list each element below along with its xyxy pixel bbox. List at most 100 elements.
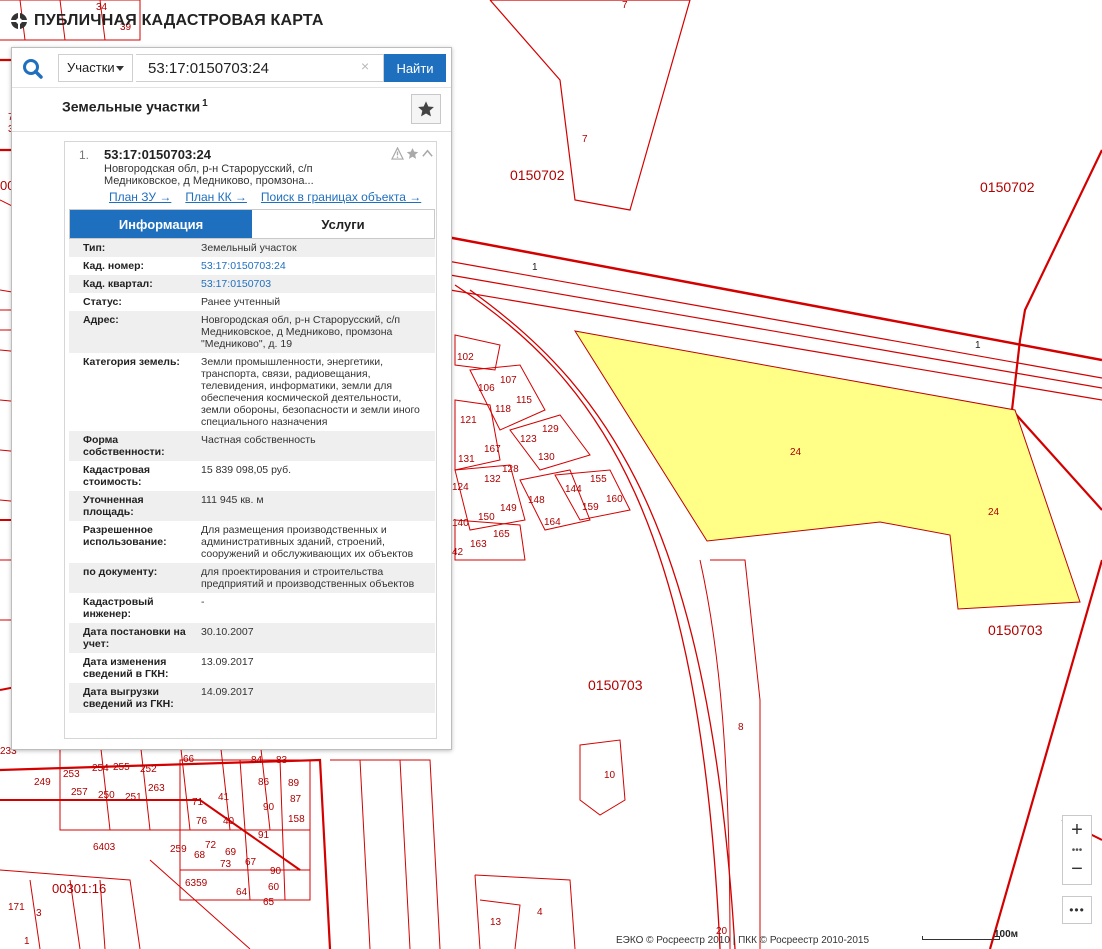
favorites-button[interactable] <box>411 94 441 124</box>
result-cad-number[interactable]: 53:17:0150703:24 <box>104 147 211 162</box>
parcel-number-label: 158 <box>288 814 305 825</box>
info-label: Дата выгрузки сведений из ГКН: <box>83 686 174 710</box>
parcel-number-label: 252 <box>140 764 157 775</box>
info-label: Кад. номер: <box>83 260 145 272</box>
link-search-in-bounds[interactable]: Поиск в границах объекта → <box>261 190 421 204</box>
parcel-number-label: 69 <box>225 847 237 858</box>
tab-info[interactable]: Информация <box>70 210 252 238</box>
search-type-select[interactable]: Участки <box>58 54 133 82</box>
parcel-number-label: 84 <box>251 755 263 766</box>
parcel-number-label: 83 <box>276 755 288 766</box>
warning-icon[interactable] <box>391 147 404 160</box>
info-value[interactable]: 53:17:0150703:24 <box>189 257 435 275</box>
info-label: Тип: <box>83 242 106 254</box>
parcel-number-label: 76 <box>196 816 208 827</box>
parcel-number-label: 115 <box>516 395 532 406</box>
scale-bar-line <box>922 936 1000 940</box>
info-table: Тип: Земельный участок Кад. номер: 53:17:01… <box>69 239 435 713</box>
info-label: Адрес: <box>83 314 119 326</box>
parcel-label: 24 <box>790 447 802 458</box>
info-row: по документу: для проектирования и строит… <box>69 563 435 593</box>
info-row: Кадастровый инженер: - <box>69 593 435 623</box>
parcel-number-label: 89 <box>288 778 300 789</box>
quarter-label: 0150702 <box>980 179 1035 195</box>
divider <box>12 131 451 132</box>
chevron-up-icon[interactable] <box>421 147 434 160</box>
search-input[interactable] <box>136 54 384 82</box>
parcel-number-label: 90 <box>270 866 282 877</box>
result-index: 1. <box>79 148 90 162</box>
info-value: 15 839 098,05 руб. <box>201 464 292 476</box>
info-label: Статус: <box>83 296 122 308</box>
info-value: 13.09.2017 <box>201 656 254 668</box>
parcel-number-label: 40 <box>223 816 235 827</box>
quarter-label: 0150703 <box>588 677 643 693</box>
result-card[interactable]: 1. 53:17:0150703:24 Новгородская обл, р-… <box>64 141 437 739</box>
link-plan-kk[interactable]: План КК → <box>185 190 247 204</box>
parcel-number-label: 144 <box>565 484 582 495</box>
parcel-number-label: 87 <box>290 794 302 805</box>
parcel-number-label: 66 <box>183 754 195 765</box>
info-row: Кадастровая стоимость: 15 839 098,05 руб. <box>69 461 435 491</box>
result-count: 1 <box>202 98 208 109</box>
parcel-number-label: 251 <box>125 792 142 803</box>
clear-icon[interactable]: × <box>361 58 369 74</box>
parcel-number-label: 41 <box>218 792 230 803</box>
search-panel: Участки × Найти Земельные участки1 1. 53… <box>11 47 452 750</box>
parcel-number-label: 129 <box>542 424 559 435</box>
parcel-number-label: 254 <box>92 763 109 774</box>
parcel-number-label: 102 <box>457 352 474 363</box>
info-row: Уточненная площадь: 111 945 кв. м <box>69 491 435 521</box>
parcel-number-label: 106 <box>478 383 495 394</box>
parcel-number-label: 259 <box>170 844 187 855</box>
app-header: ПУБЛИЧНАЯ КАДАСТРОВАЯ КАРТА <box>10 12 324 30</box>
link-plan-zu[interactable]: План ЗУ → <box>109 190 171 204</box>
parcel-number-label: 64 <box>236 887 248 898</box>
info-row: Дата изменения сведений в ГКН: 13.09.2017 <box>69 653 435 683</box>
scale-bar: 100м <box>922 929 1020 944</box>
zoom-handle-icon[interactable]: ••• <box>1063 845 1091 856</box>
app-title: ПУБЛИЧНАЯ КАДАСТРОВАЯ КАРТА <box>34 12 324 29</box>
star-icon[interactable] <box>406 147 419 160</box>
tab-services[interactable]: Услуги <box>252 210 434 238</box>
parcel-number-label: 10 <box>604 770 616 781</box>
parcel-number-label: 160 <box>606 494 623 505</box>
parcel-number-label: 124 <box>452 482 469 493</box>
quarter-label: 0150703 <box>988 622 1043 638</box>
info-row: Дата выгрузки сведений из ГКН: 14.09.2017 <box>69 683 435 713</box>
scale-label: 100м <box>994 929 1019 940</box>
parcel-number-label: 257 <box>71 787 88 798</box>
parcel-number-label: 128 <box>502 464 519 475</box>
star-icon <box>418 101 434 117</box>
parcel-number-label: 90 <box>263 802 275 813</box>
info-row: Адрес: Новгородская обл, р-н Старорусский… <box>69 311 435 353</box>
search-icon[interactable] <box>20 56 46 82</box>
more-tools-button[interactable]: ••• <box>1062 896 1092 924</box>
parcel-number-label: 159 <box>582 502 599 513</box>
parcel-number-label: 118 <box>495 404 511 415</box>
info-row: Категория земель: Земли промышленности, э… <box>69 353 435 431</box>
zoom-in-button[interactable]: + <box>1063 816 1091 845</box>
info-label: по документу: <box>83 566 158 578</box>
info-row: Статус: Ранее учтенный <box>69 293 435 311</box>
info-row: Тип: Земельный участок <box>69 239 435 257</box>
parcel-number-label: 7 <box>622 0 628 11</box>
parcel-number-label: 68 <box>194 850 206 861</box>
info-value[interactable]: 53:17:0150703 <box>189 275 435 293</box>
parcel-number-label: 253 <box>63 769 80 780</box>
search-row: Участки × Найти <box>12 48 451 88</box>
info-label: Кад. квартал: <box>83 278 153 290</box>
info-row: Форма собственности: Частная собственност… <box>69 431 435 461</box>
parcel-label: 24 <box>988 507 1000 518</box>
quarter-label: 00301:16 <box>52 881 106 896</box>
info-value: для проектирования и строительства предп… <box>201 566 415 590</box>
zoom-out-button[interactable]: − <box>1063 855 1091 884</box>
parcel-number-label: 155 <box>590 474 607 485</box>
parcel-number-label: 171 <box>8 902 25 913</box>
parcel-number-label: 3 <box>36 908 42 919</box>
parcel-number-label: 130 <box>538 452 555 463</box>
info-value: Новгородская обл, р-н Старорусский, с/п … <box>201 314 401 350</box>
parcel-number-label: 123 <box>520 434 537 445</box>
line-label: 1 <box>532 262 538 273</box>
find-button[interactable]: Найти <box>384 54 446 82</box>
